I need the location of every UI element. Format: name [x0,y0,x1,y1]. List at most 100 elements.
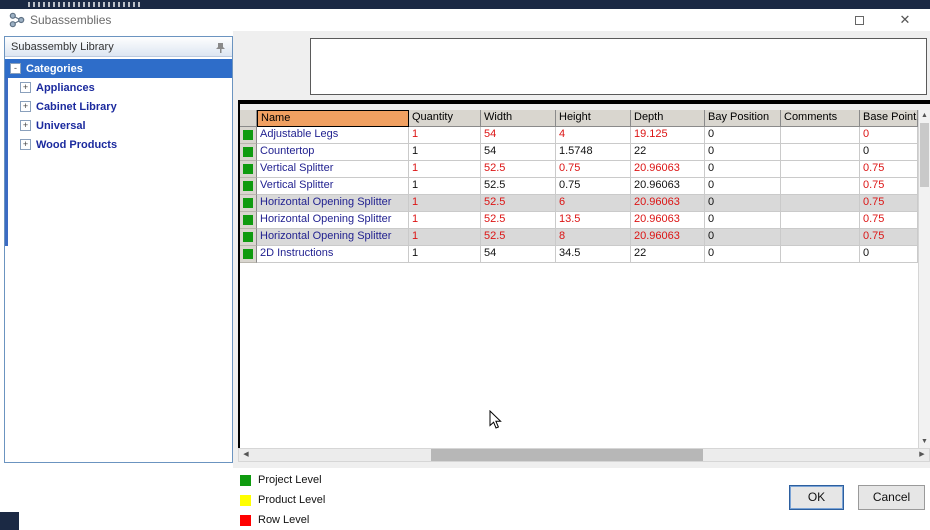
tree-item-universal[interactable]: + Universal [5,116,232,135]
grid-cell[interactable]: 1 [409,161,481,178]
grid-cell[interactable] [781,127,860,144]
grid-cell[interactable]: Horizontal Opening Splitter [257,229,409,246]
grid-cell[interactable]: 0.75 [860,212,918,229]
row-indicator[interactable] [240,178,257,195]
grid-cell[interactable]: 0 [705,212,781,229]
grid-cell[interactable]: 52.5 [481,212,556,229]
grid-cell[interactable]: 52.5 [481,178,556,195]
column-header-bay-position[interactable]: Bay Position [705,110,781,127]
row-indicator[interactable] [240,144,257,161]
grid-cell[interactable]: 1 [409,246,481,263]
collapse-icon[interactable]: - [10,63,21,74]
scroll-up-icon[interactable]: ▲ [919,110,930,122]
vertical-scroll-thumb[interactable] [920,123,929,187]
grid-cell[interactable]: 1 [409,178,481,195]
grid-row[interactable]: Horizontal Opening Splitter 1 52.5 13.5 20.9… [240,212,930,229]
grid-cell[interactable]: 0.75 [556,178,631,195]
grid-row[interactable]: Vertical Splitter 1 52.5 0.75 20.96063 0 0.75 [240,178,930,195]
grid-cell[interactable]: 0 [705,144,781,161]
grid-cell[interactable]: Countertop [257,144,409,161]
grid-cell[interactable]: 52.5 [481,195,556,212]
grid-cell[interactable]: 0 [705,127,781,144]
grid-cell[interactable]: 22 [631,246,705,263]
column-header-comments[interactable]: Comments [781,110,860,127]
grid-cell[interactable]: 2D Instructions [257,246,409,263]
grid-cell[interactable]: 34.5 [556,246,631,263]
grid-cell[interactable]: 0.75 [860,178,918,195]
ok-button[interactable]: OK [789,485,844,510]
grid-cell[interactable]: 19.125 [631,127,705,144]
scroll-left-icon[interactable]: ◀ [239,449,253,461]
horizontal-scroll-track[interactable] [253,449,915,461]
grid-cell[interactable] [781,144,860,161]
grid-row[interactable]: Horizontal Opening Splitter 1 52.5 6 20.9606… [240,195,930,212]
grid-cell[interactable]: 54 [481,127,556,144]
row-indicator[interactable] [240,127,257,144]
grid-cell[interactable]: 0 [705,161,781,178]
grid-cell[interactable]: 0 [705,178,781,195]
maximize-button[interactable] [844,9,874,31]
expand-icon[interactable]: + [20,101,31,112]
grid-cell[interactable]: 54 [481,144,556,161]
grid-cell[interactable]: 1.5748 [556,144,631,161]
grid-cell[interactable]: 0.75 [860,161,918,178]
grid-row[interactable]: Horizontal Opening Splitter 1 52.5 8 20.9606… [240,229,930,246]
grid-cell[interactable]: 0 [705,229,781,246]
column-header-name[interactable]: Name [257,110,409,127]
vertical-scrollbar[interactable]: ▲ ▼ [918,110,930,448]
grid-cell[interactable]: 20.96063 [631,161,705,178]
grid-cell[interactable]: 20.96063 [631,229,705,246]
grid-cell[interactable] [781,246,860,263]
grid-cell[interactable]: 0.75 [556,161,631,178]
grid-cell[interactable]: 13.5 [556,212,631,229]
row-indicator[interactable] [240,246,257,263]
row-indicator[interactable] [240,161,257,178]
tree-item-wood-products[interactable]: + Wood Products [5,135,232,154]
grid-cell[interactable]: 1 [409,144,481,161]
grid-cell[interactable]: 1 [409,212,481,229]
grid-cell[interactable]: 0 [705,195,781,212]
expand-icon[interactable]: + [20,139,31,150]
grid-cell[interactable]: 0 [705,246,781,263]
grid-cell[interactable]: 1 [409,195,481,212]
column-header-width[interactable]: Width [481,110,556,127]
grid-cell[interactable]: 8 [556,229,631,246]
cancel-button[interactable]: Cancel [858,485,925,510]
grid-row[interactable]: Vertical Splitter 1 52.5 0.75 20.96063 0 0.75 [240,161,930,178]
row-indicator[interactable] [240,229,257,246]
grid-cell[interactable]: Vertical Splitter [257,178,409,195]
grid-cell[interactable]: 0.75 [860,229,918,246]
row-indicator[interactable] [240,195,257,212]
column-header-quantity[interactable]: Quantity [409,110,481,127]
horizontal-scroll-thumb[interactable] [431,449,703,461]
grid-row[interactable]: Countertop 1 54 1.5748 22 0 0 [240,144,930,161]
grid-cell[interactable]: 20.96063 [631,195,705,212]
close-button[interactable]: ✕ [890,9,920,31]
tree-item-cabinet-library[interactable]: + Cabinet Library [5,97,232,116]
grid-cell[interactable]: 54 [481,246,556,263]
horizontal-scrollbar[interactable]: ◀ ▶ [238,448,930,462]
grid-cell[interactable] [781,212,860,229]
scroll-down-icon[interactable]: ▼ [919,436,930,448]
expand-icon[interactable]: + [20,82,31,93]
grid-cell[interactable] [781,178,860,195]
grid-cell[interactable]: 4 [556,127,631,144]
column-header-depth[interactable]: Depth [631,110,705,127]
grid-cell[interactable]: 1 [409,127,481,144]
grid-cell[interactable]: 0 [860,246,918,263]
row-indicator[interactable] [240,212,257,229]
grid-cell[interactable]: 0 [860,144,918,161]
grid-row[interactable]: 2D Instructions 1 54 34.5 22 0 0 [240,246,930,263]
tree-item-categories[interactable]: - Categories [5,59,232,78]
scroll-right-icon[interactable]: ▶ [915,449,929,461]
grid-cell[interactable]: 22 [631,144,705,161]
grid-cell[interactable]: 0.75 [860,195,918,212]
grid-cell[interactable]: 0 [860,127,918,144]
column-header-base-pointx[interactable]: Base PointX [860,110,918,127]
grid-cell[interactable] [781,161,860,178]
grid-cell[interactable]: Adjustable Legs [257,127,409,144]
grid-cell[interactable]: 52.5 [481,229,556,246]
grid-cell[interactable] [781,195,860,212]
tree-item-appliances[interactable]: + Appliances [5,78,232,97]
grid-cell[interactable]: Vertical Splitter [257,161,409,178]
